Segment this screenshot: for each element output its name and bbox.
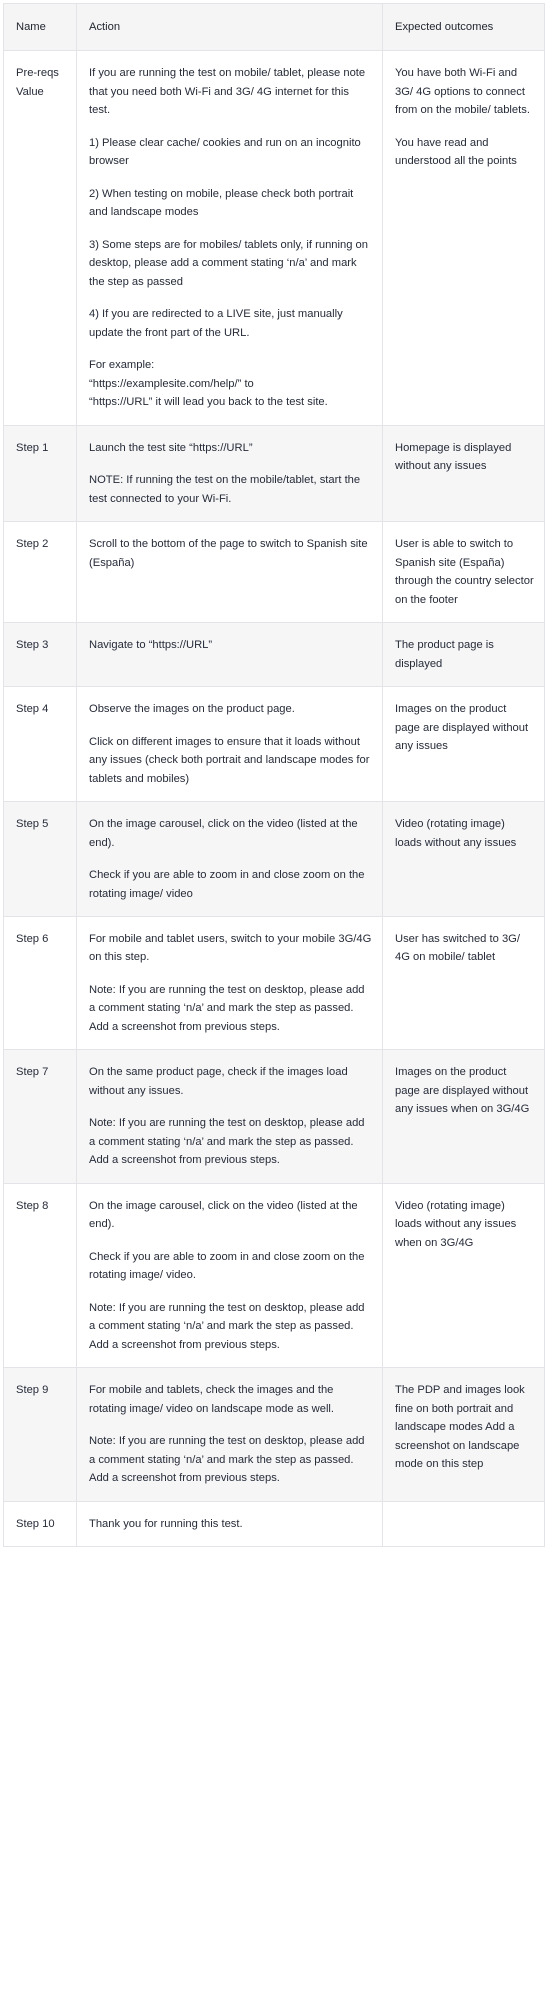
step-name-cell: Step 3 [3, 622, 77, 688]
step-name-cell: Step 5 [3, 801, 77, 917]
action-paragraph: Navigate to “https://URL” [89, 639, 213, 652]
expected-outcome-cell [382, 1500, 545, 1548]
expected-outcome-cell: Images on the product page are displayed… [382, 686, 545, 803]
table-body: Pre-reqs Value If you are running the tes… [3, 50, 545, 1548]
expected-paragraph: You have both Wi-Fi and 3G/ 4G options t… [395, 67, 530, 117]
action-paragraph: NOTE: If running the test on the mobile/… [89, 474, 361, 505]
expected-outcome-cell: You have both Wi-Fi and 3G/ 4G options t… [382, 50, 545, 426]
column-header-name: Name [3, 2, 77, 52]
action-paragraph: 1) Please clear cache/ cookies and run o… [89, 136, 361, 168]
expected-paragraph: The product page is displayed [395, 639, 494, 670]
action-paragraph: Note: If you are running the test on des… [89, 1435, 365, 1485]
expected-outcome-cell: Video (rotating image) loads without any… [382, 801, 545, 917]
expected-paragraph: User has switched to 3G/ 4G on mobile/ t… [395, 932, 520, 964]
table-row: Pre-reqs Value If you are running the tes… [3, 50, 545, 426]
expected-outcome-cell: User is able to switch to Spanish site (… [382, 521, 545, 624]
column-header-action: Action [76, 2, 383, 52]
action-paragraph: Note: If you are running the test on des… [89, 1301, 365, 1351]
step-name-cell: Step 2 [3, 521, 77, 624]
step-name-cell: Step 7 [3, 1049, 77, 1184]
expected-outcome-cell: The product page is displayed [382, 622, 545, 688]
column-header-expected-outcomes: Expected outcomes [382, 2, 545, 52]
expected-outcome-cell: Video (rotating image) loads without any… [382, 1182, 545, 1369]
action-paragraph: Observe the images on the product page. [89, 703, 295, 716]
expected-outcome-cell: User has switched to 3G/ 4G on mobile/ t… [382, 915, 545, 1051]
expected-outcome-cell: Images on the product page are displayed… [382, 1049, 545, 1184]
expected-paragraph: Homepage is displayed without any issues [395, 441, 512, 473]
step-name-cell: Step 1 [3, 424, 77, 523]
document-sheet: Name Action Expected outcomes Pre-reqs V… [0, 0, 547, 1552]
table-row: Step 10 Thank you for running this test. [3, 1500, 545, 1548]
expected-paragraph: The PDP and images look fine on both por… [395, 1384, 525, 1471]
step-action-cell: For mobile and tablet users, switch to y… [76, 915, 383, 1051]
action-paragraph: 2) When testing on mobile, please check … [89, 187, 354, 219]
table-row: Step 6 For mobile and tablet users, switc… [3, 915, 545, 1051]
step-action-cell: Navigate to “https://URL” [76, 622, 383, 688]
table-row: Step 1 Launch the test site “https://URL”… [3, 424, 545, 523]
action-paragraph: Click on different images to ensure that… [89, 735, 370, 785]
step-action-cell: Observe the images on the product page. C… [76, 686, 383, 803]
table-row: Step 3 Navigate to “https://URL” The produ… [3, 622, 545, 688]
step-action-cell: On the image carousel, click on the vide… [76, 1182, 383, 1369]
expected-outcome-cell: Homepage is displayed without any issues [382, 424, 545, 523]
table-header-row: Name Action Expected outcomes [3, 2, 545, 52]
table-row: Step 4 Observe the images on the product … [3, 686, 545, 803]
expected-paragraph: You have read and understood all the poi… [395, 136, 517, 168]
action-paragraph: Scroll to the bottom of the page to swit… [89, 538, 368, 569]
action-paragraph: Note: If you are running the test on des… [89, 983, 365, 1033]
table-row: Step 7 On the same product page, check if… [3, 1049, 545, 1184]
step-name-cell: Step 8 [3, 1182, 77, 1369]
table-row: Step 8 On the image carousel, click on th… [3, 1182, 545, 1369]
action-paragraph: On the image carousel, click on the vide… [89, 1199, 358, 1231]
step-name-cell: Step 4 [3, 686, 77, 803]
action-example-block: For example: “https://examplesite.com/hel… [89, 356, 372, 411]
table-header: Name Action Expected outcomes [3, 2, 545, 52]
action-example-line: For example: [89, 359, 155, 372]
action-paragraph: 4) If you are redirected to a LIVE site,… [89, 308, 343, 339]
step-action-cell: If you are running the test on mobile/ t… [76, 50, 383, 426]
action-paragraph: 3) Some steps are for mobiles/ tablets o… [89, 238, 368, 288]
action-paragraph: Check if you are able to zoom in and clo… [89, 1250, 365, 1282]
step-action-cell: Thank you for running this test. [76, 1500, 383, 1548]
table-row: Step 9 For mobile and tablets, check the … [3, 1367, 545, 1502]
step-action-cell: Launch the test site “https://URL” NOTE: … [76, 424, 383, 523]
expected-paragraph: Video (rotating image) loads without any… [395, 818, 517, 849]
action-paragraph: On the image carousel, click on the vide… [89, 818, 358, 849]
expected-paragraph: User is able to switch to Spanish site (… [395, 538, 534, 606]
step-action-cell: For mobile and tablets, check the images… [76, 1367, 383, 1502]
action-paragraph: For mobile and tablet users, switch to y… [89, 932, 372, 964]
step-name-cell: Step 10 [3, 1500, 77, 1548]
action-paragraph: For mobile and tablets, check the images… [89, 1384, 335, 1415]
test-steps-table: Name Action Expected outcomes Pre-reqs V… [3, 2, 545, 1548]
table-row: Step 2 Scroll to the bottom of the page t… [3, 521, 545, 624]
expected-paragraph: Video (rotating image) loads without any… [395, 1199, 517, 1249]
action-paragraph: Launch the test site “https://URL” [89, 441, 253, 454]
step-name-cell: Pre-reqs Value [3, 50, 77, 426]
step-action-cell: Scroll to the bottom of the page to swit… [76, 521, 383, 624]
action-example-line: “https://examplesite.com/help/” to [89, 377, 254, 390]
table-row: Step 5 On the image carousel, click on th… [3, 801, 545, 917]
expected-paragraph: Images on the product page are displayed… [395, 703, 529, 753]
action-paragraph: On the same product page, check if the i… [89, 1066, 348, 1097]
step-name-cell: Step 9 [3, 1367, 77, 1502]
expected-outcome-cell: The PDP and images look fine on both por… [382, 1367, 545, 1502]
action-paragraph: Thank you for running this test. [89, 1517, 243, 1530]
action-paragraph: Note: If you are running the test on des… [89, 1117, 365, 1167]
step-action-cell: On the image carousel, click on the vide… [76, 801, 383, 917]
step-action-cell: On the same product page, check if the i… [76, 1049, 383, 1184]
action-paragraph: Check if you are able to zoom in and clo… [89, 869, 365, 900]
action-paragraph: If you are running the test on mobile/ t… [89, 67, 366, 117]
step-name-cell: Step 6 [3, 915, 77, 1051]
expected-paragraph: Images on the product page are displayed… [395, 1066, 530, 1116]
action-example-line: “https://URL” it will lead you back to t… [89, 396, 328, 409]
